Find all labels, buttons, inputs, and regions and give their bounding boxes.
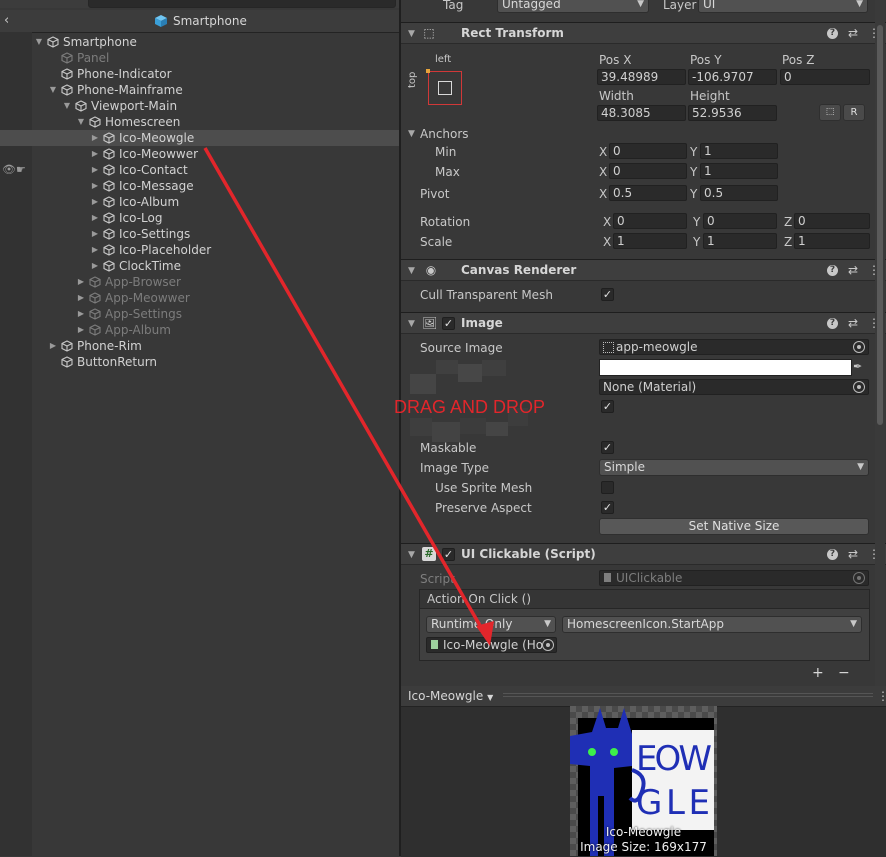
drag-arrow-overlay <box>203 147 494 646</box>
drag-arrow-line <box>203 147 488 637</box>
